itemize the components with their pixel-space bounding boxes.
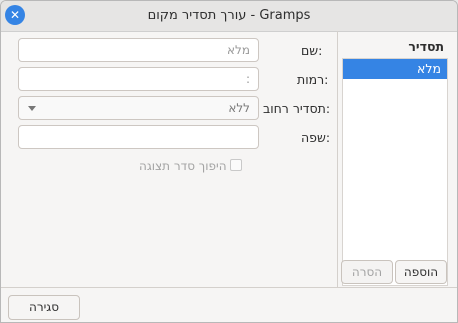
format-list-header: תסדיר [408,39,444,54]
levels-label: רמות: [297,72,329,87]
close-button[interactable]: סגירה [8,295,80,320]
street-format-value: ללא [228,101,250,115]
window-title: עורך תסדיר מקום - Gramps [147,8,311,23]
street-format-select[interactable]: ללא [18,96,259,120]
name-label: שם: [301,43,323,58]
format-list[interactable]: מלא [342,58,448,286]
language-input[interactable] [18,125,259,149]
add-button[interactable]: הוספה [395,260,447,284]
chevron-down-icon [28,106,36,111]
levels-input[interactable]: : [18,67,259,91]
language-label: שפה: [301,130,331,145]
reverse-display-checkbox[interactable]: היפוך סדר תצוגה [139,159,242,173]
street-format-label: תסדיר רחוב: [263,101,331,116]
list-item[interactable]: מלא [343,59,447,79]
format-list-panel: תסדיר מלא [337,31,450,287]
name-input[interactable]: מלא [18,38,259,62]
checkbox-box[interactable] [229,159,242,171]
bottom-bar [1,287,457,288]
reverse-display-label: היפוך סדר תצוגה [139,159,227,173]
remove-button[interactable]: הסרה [341,260,393,284]
place-format-editor-dialog: ✕ עורך תסדיר מקום - Gramps שם: מלא רמות:… [0,0,458,323]
title-bar: ✕ עורך תסדיר מקום - Gramps [1,1,457,32]
